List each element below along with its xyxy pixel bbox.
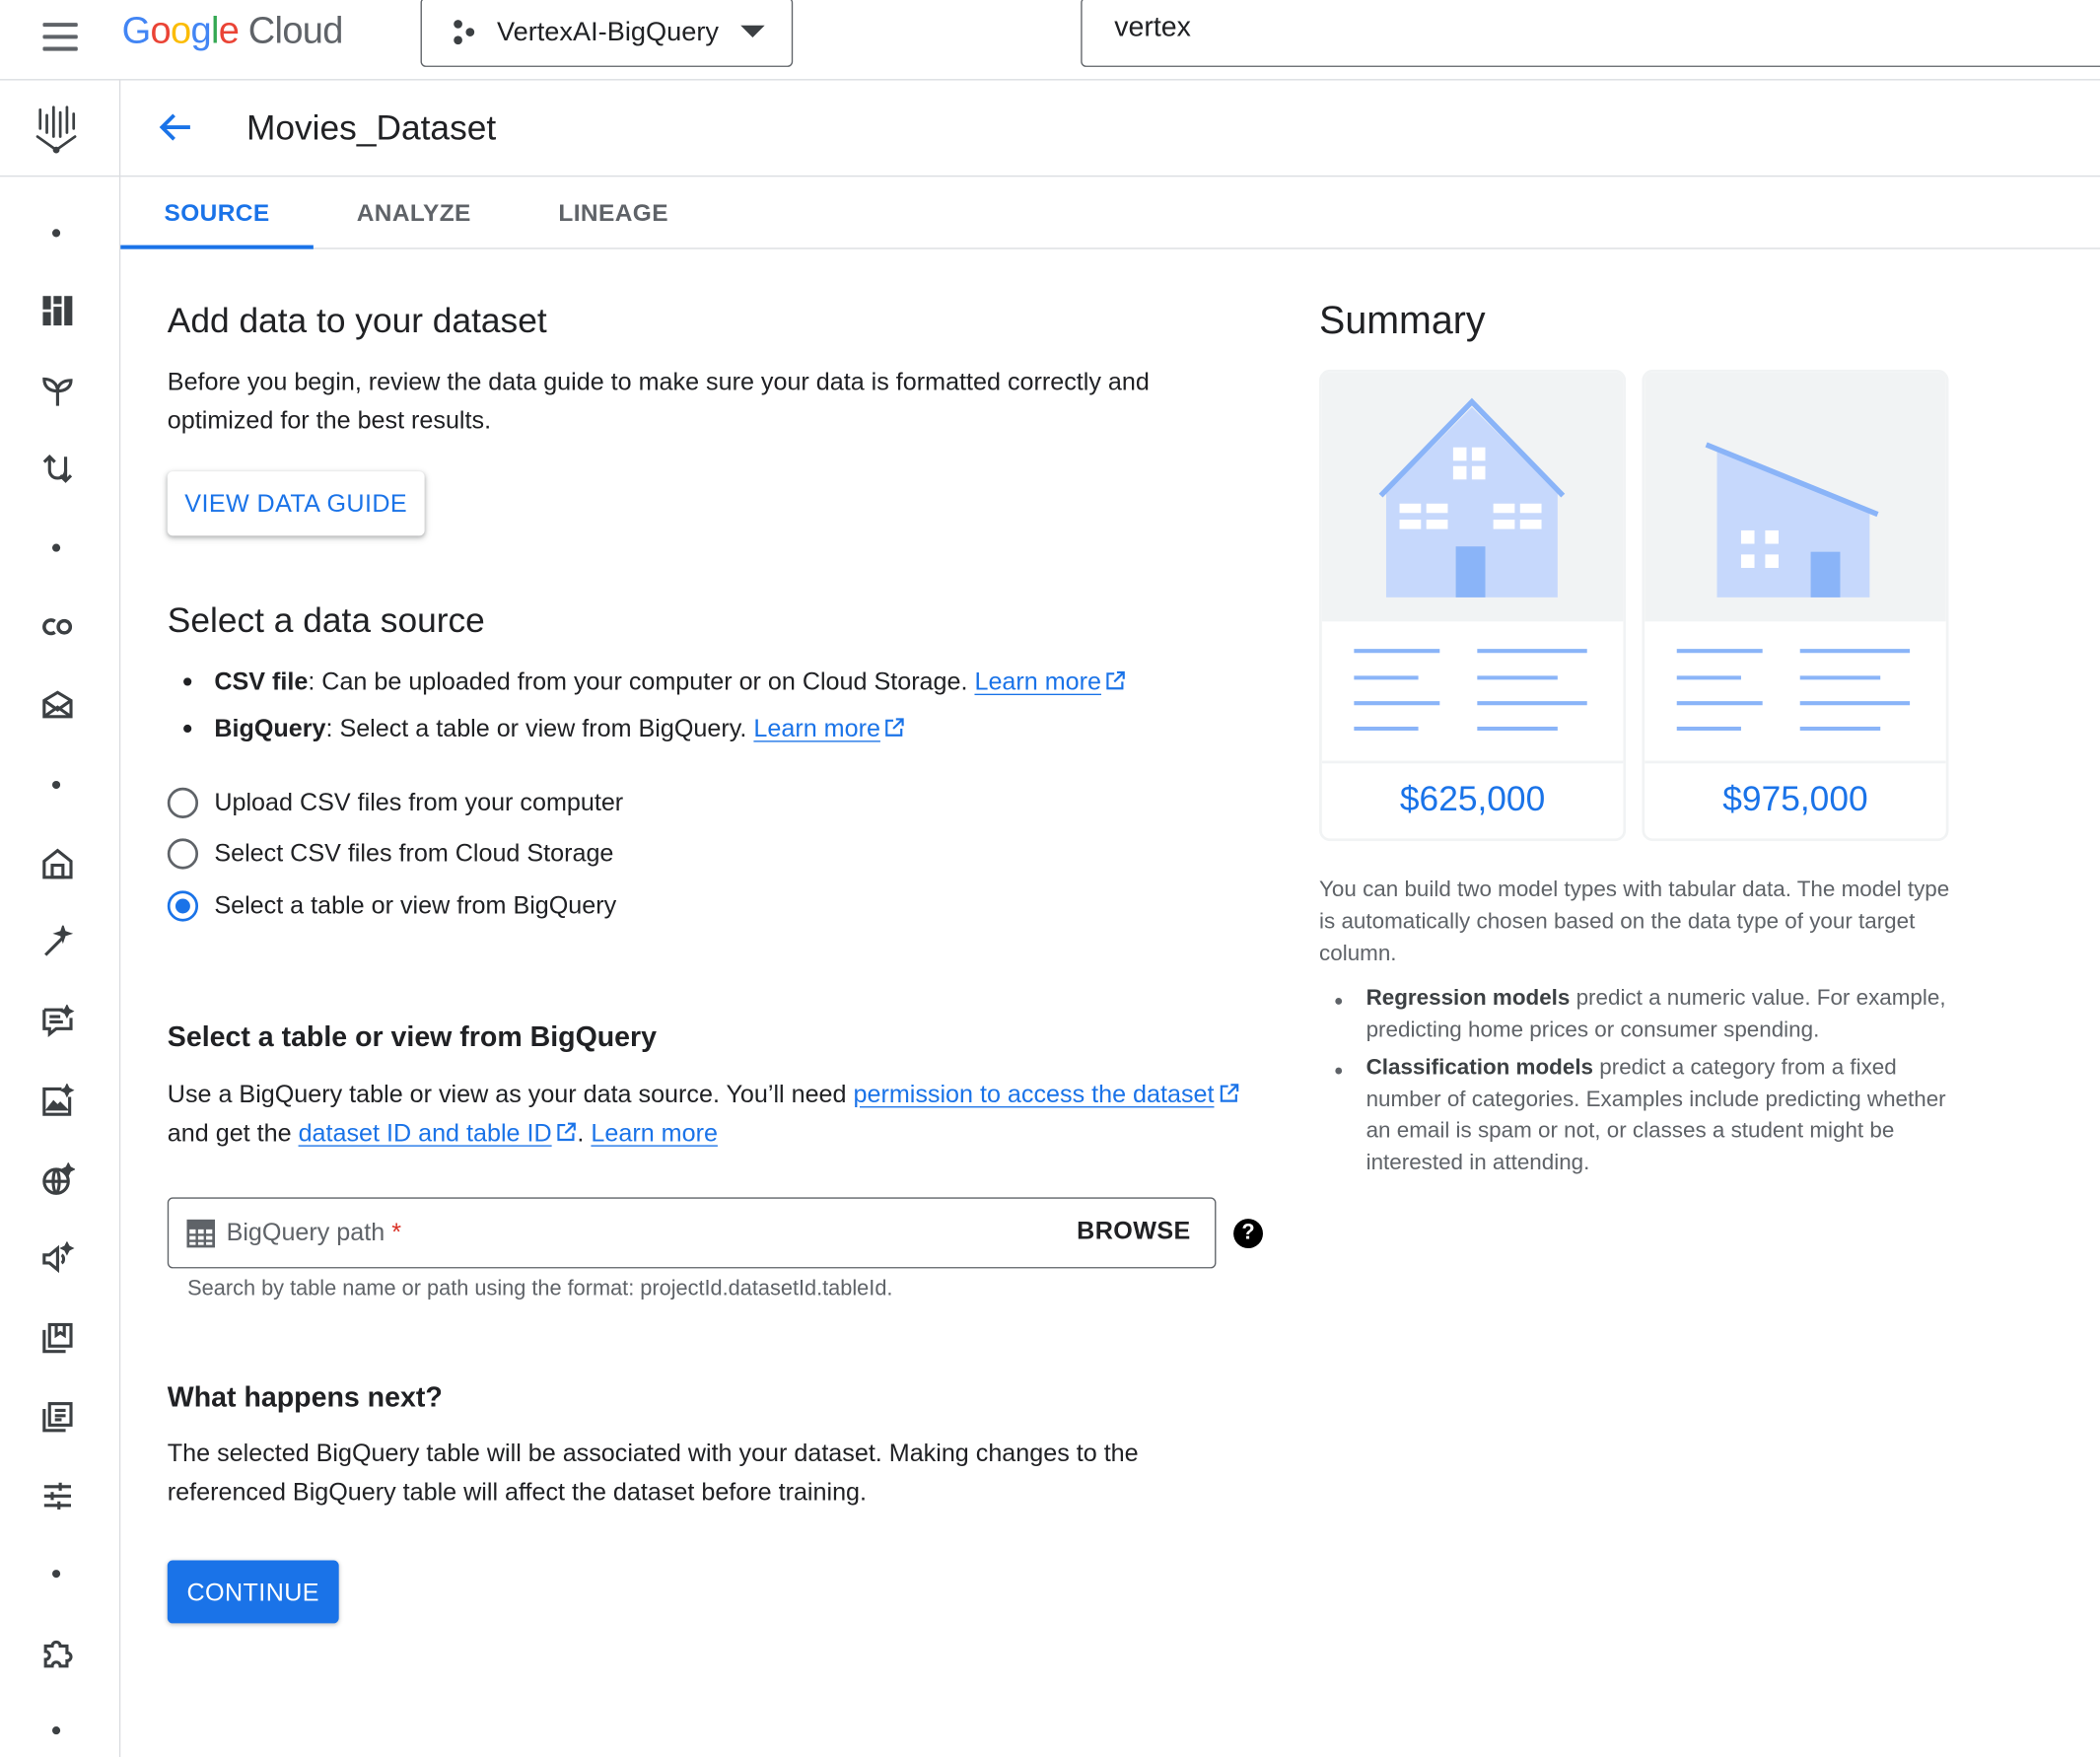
top-bar: Google Cloud VertexAI-BigQuery: [0, 0, 2100, 81]
external-link-icon: [885, 718, 905, 737]
vertex-ai-logo-icon[interactable]: [30, 100, 83, 156]
price-label: $975,000: [1722, 778, 1868, 818]
dropdown-caret-icon: [740, 25, 765, 38]
workbench-icon[interactable]: [36, 684, 79, 727]
bigquery-learn-more-link-2[interactable]: Learn more: [591, 1118, 718, 1147]
view-data-guide-button[interactable]: VIEW DATA GUIDE: [167, 471, 425, 536]
page-header: Movies_Dataset: [120, 81, 2100, 177]
labeling-icon[interactable]: [36, 922, 79, 964]
datasets-icon[interactable]: [36, 842, 79, 884]
summary-card-regression: $625,000: [1319, 369, 1627, 842]
documents-icon[interactable]: [36, 1395, 79, 1438]
back-arrow-icon[interactable]: [156, 107, 196, 148]
google-cloud-logo[interactable]: Google Cloud: [122, 10, 344, 52]
notebook-library-icon[interactable]: [36, 1316, 79, 1359]
data-source-heading: Select a data source: [167, 599, 485, 641]
dashboard-icon[interactable]: [36, 289, 79, 331]
rail-separator-dot: [51, 543, 61, 552]
what-next-text: The selected BigQuery table will be asso…: [167, 1438, 1139, 1506]
list-item: Classification models predict a category…: [1319, 1053, 1948, 1179]
add-data-heading: Add data to your dataset: [167, 300, 547, 341]
project-name: VertexAI-BigQuery: [496, 17, 719, 47]
browse-button[interactable]: BROWSE: [1077, 1216, 1191, 1245]
list-item: Regression models predict a numeric valu…: [1319, 983, 1948, 1046]
pipelines-icon[interactable]: [36, 448, 79, 490]
model-types-list: Regression models predict a numeric valu…: [1319, 983, 1948, 1185]
project-picker[interactable]: VertexAI-BigQuery: [420, 0, 794, 67]
rail-separator-dot: [51, 1726, 61, 1735]
bigquery-learn-more-link[interactable]: Learn more: [753, 714, 880, 742]
help-icon[interactable]: ?: [1233, 1219, 1263, 1249]
main-menu-icon[interactable]: [37, 19, 83, 56]
extensions-icon[interactable]: [36, 1632, 79, 1674]
radio-button-selected[interactable]: [167, 889, 199, 921]
bigquery-path-field[interactable]: BigQuery path * BROWSE: [167, 1197, 1217, 1269]
translation-icon[interactable]: [36, 1159, 79, 1201]
text-lines-illustration: [1676, 649, 1911, 732]
price-label: $625,000: [1399, 778, 1546, 818]
tuning-icon[interactable]: [36, 1475, 79, 1517]
bigquery-path-hint: Search by table name or path using the f…: [187, 1277, 893, 1301]
external-link-icon: [1106, 670, 1126, 690]
continue-button[interactable]: CONTINUE: [167, 1560, 339, 1624]
tab-analyze[interactable]: ANALYZE: [339, 176, 489, 248]
dataset-id-link[interactable]: dataset ID and table ID: [299, 1118, 552, 1147]
summary-title: Summary: [1319, 300, 1486, 343]
data-source-bullets: CSV file: Can be uploaded from your comp…: [168, 658, 1127, 751]
left-nav-rail: [0, 80, 121, 1757]
tab-source[interactable]: SOURCE: [120, 176, 314, 249]
project-hexagon-icon: [454, 20, 475, 45]
external-link-icon: [557, 1122, 576, 1142]
rail-separator-dot: [51, 780, 61, 790]
radio-bigquery[interactable]: Select a table or view from BigQuery: [167, 885, 616, 926]
tab-bar: SOURCE ANALYZE LINEAGE: [120, 176, 2100, 249]
colab-icon[interactable]: [36, 605, 79, 648]
list-item: CSV file: Can be uploaded from your comp…: [168, 658, 1127, 705]
bigquery-heading: Select a table or view from BigQuery: [167, 1021, 658, 1053]
search-box[interactable]: [1081, 0, 2100, 67]
radio-upload-csv[interactable]: Upload CSV files from your computer: [167, 782, 623, 822]
radio-button[interactable]: [167, 837, 199, 869]
rail-separator-dot: [51, 229, 61, 238]
radio-button[interactable]: [167, 787, 199, 818]
vision-icon[interactable]: [36, 1080, 79, 1122]
building-illustration-icon: [1705, 442, 1879, 597]
search-input[interactable]: [1114, 12, 2053, 44]
radio-cloud-storage[interactable]: Select CSV files from Cloud Storage: [167, 833, 614, 874]
speech-icon[interactable]: [36, 1237, 79, 1280]
permission-link[interactable]: permission to access the dataset: [854, 1080, 1215, 1108]
bigquery-description: Use a BigQuery table or view as your dat…: [168, 1074, 1293, 1152]
prompt-icon[interactable]: [36, 1001, 79, 1043]
list-item: BigQuery: Select a table or view from Bi…: [168, 705, 1127, 752]
house-illustration-icon: [1378, 397, 1566, 597]
page-title: Movies_Dataset: [245, 106, 497, 148]
rail-separator-dot: [51, 1570, 61, 1579]
summary-card-classification: $975,000: [1642, 369, 1949, 842]
what-next-heading: What happens next?: [167, 1381, 443, 1414]
csv-learn-more-link[interactable]: Learn more: [974, 667, 1101, 695]
model-garden-icon[interactable]: [36, 370, 79, 412]
text-lines-illustration: [1354, 649, 1587, 732]
bigquery-path-placeholder: BigQuery path *: [226, 1217, 401, 1246]
external-link-icon: [1220, 1084, 1238, 1102]
table-icon: [186, 1219, 216, 1248]
summary-description: You can build two model types with tabul…: [1319, 877, 1950, 966]
tab-lineage[interactable]: LINEAGE: [542, 176, 684, 248]
add-data-intro: Before you begin, review the data guide …: [167, 367, 1150, 435]
